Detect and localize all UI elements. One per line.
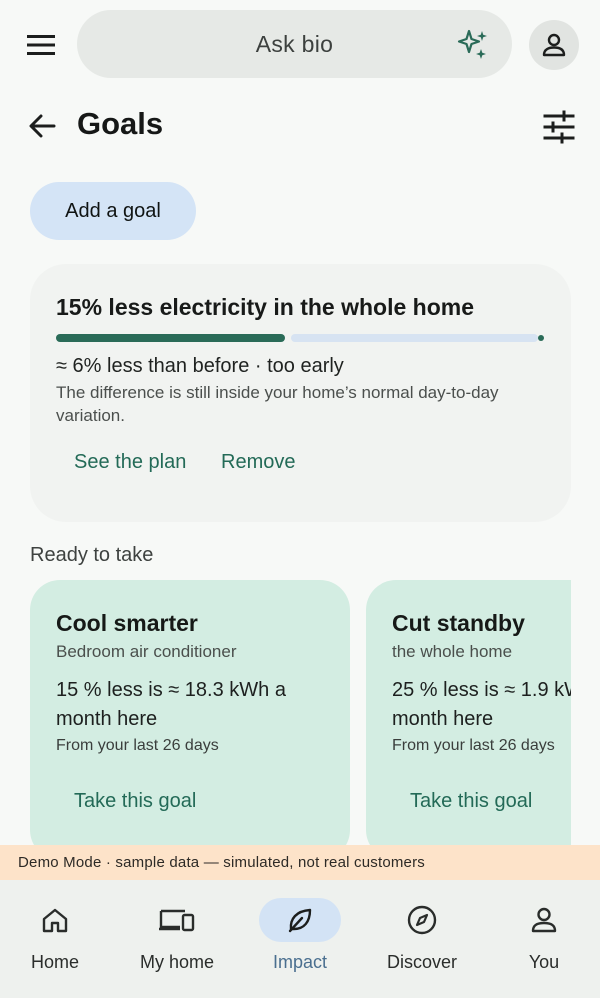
progress-end-dot <box>538 335 544 341</box>
nav-label: Impact <box>272 952 328 972</box>
suggestion-note: From your last 26 days <box>56 737 219 754</box>
nav-item-home[interactable]: Home <box>0 880 110 998</box>
demo-mode-banner: Demo Mode · sample data — simulated, not… <box>0 845 600 880</box>
see-plan-button[interactable]: See the plan <box>74 451 186 474</box>
sparkle-icon[interactable] <box>456 28 490 62</box>
goal-title: 15% less electricity in the whole home <box>56 294 474 320</box>
account-button[interactable] <box>529 20 579 70</box>
person-icon <box>542 33 566 57</box>
nav-icon-container <box>142 898 212 942</box>
home-icon <box>42 908 68 933</box>
nav-item-discover[interactable]: Discover <box>367 880 477 998</box>
tune-filter-icon[interactable] <box>542 110 576 144</box>
progress-remaining <box>291 334 538 342</box>
active-goal-card: 15% less electricity in the whole home ≈… <box>30 264 571 522</box>
nav-item-you[interactable]: You <box>489 880 599 998</box>
suggestion-title: Cool smarter <box>56 610 198 636</box>
nav-icon-container <box>259 898 341 942</box>
nav-label: Home <box>30 952 79 972</box>
suggestion-stat: 15 % less is ≈ 18.3 kWh a month here <box>56 676 346 734</box>
nav-label: You <box>528 952 560 972</box>
search-placeholder: Ask bio <box>255 31 334 57</box>
ready-section-label: Ready to take <box>30 544 154 566</box>
nav-item-impact[interactable]: Impact <box>245 880 355 998</box>
suggestion-stat-line: month here <box>392 708 494 730</box>
compass-icon <box>407 905 437 935</box>
goal-progress-bar <box>56 334 544 342</box>
person-icon <box>531 907 557 933</box>
suggestion-note: From your last 26 days <box>392 737 555 754</box>
page-title: Goals <box>77 106 164 141</box>
goal-status: ≈ 6% less than before · too early <box>56 355 344 377</box>
hamburger-menu-icon <box>27 35 55 55</box>
search-bar[interactable]: Ask bio <box>77 10 512 78</box>
devices-icon <box>159 909 195 932</box>
nav-icon-container <box>20 898 90 942</box>
suggestion-stat-line: month here <box>56 708 158 730</box>
suggestion-subtitle: the whole home <box>392 642 513 661</box>
take-goal-button[interactable]: Take this goal <box>74 790 196 813</box>
top-bar: Ask bio <box>0 0 600 90</box>
goal-description: The difference is still inside your home… <box>56 383 499 425</box>
suggestion-stat-line: 15 % less is ≈ 18.3 kWh a <box>56 679 286 701</box>
suggestion-card[interactable]: Cool smarter Bedroom air conditioner 15 … <box>30 580 350 860</box>
progress-fill <box>56 334 285 342</box>
suggestion-carousel[interactable]: Cool smarter Bedroom air conditioner 15 … <box>30 580 571 860</box>
add-goal-button[interactable]: Add a goal <box>30 182 196 240</box>
leaf-icon <box>288 908 312 933</box>
nav-item-my-home[interactable]: My home <box>122 880 232 998</box>
nav-label: My home <box>139 952 215 972</box>
nav-icon-container <box>509 898 579 942</box>
suggestion-subtitle: Bedroom air conditioner <box>56 642 237 661</box>
nav-icon-container <box>387 898 457 942</box>
nav-label: Discover <box>386 952 457 972</box>
back-arrow-icon[interactable] <box>24 108 60 144</box>
menu-button[interactable] <box>20 26 62 64</box>
suggestion-title: Cut standby <box>392 610 525 636</box>
remove-goal-button[interactable]: Remove <box>221 451 295 474</box>
bottom-navigation: Home My home Impact Discover You <box>0 880 600 998</box>
take-goal-button[interactable]: Take this goal <box>410 790 532 813</box>
suggestion-card[interactable]: Cut standby the whole home 25 % less is … <box>366 580 571 860</box>
suggestion-stat: 25 % less is ≈ 1.9 kWh a month here <box>392 676 571 734</box>
page-header: Goals <box>0 100 600 156</box>
suggestion-stat-line: 25 % less is ≈ 1.9 kWh a <box>392 679 571 701</box>
